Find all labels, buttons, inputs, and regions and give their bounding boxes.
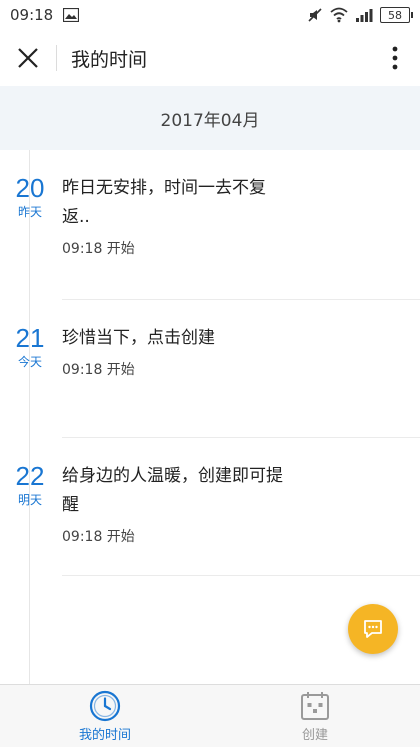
- entry-title: 昨日无安排，时间一去不复返..: [62, 178, 266, 227]
- timeline-entry[interactable]: 20 昨天 昨日无安排，时间一去不复返.. 09:18 开始: [0, 150, 420, 300]
- title-divider: [56, 45, 57, 71]
- entry-day: 22: [15, 461, 45, 491]
- status-icons: 58: [307, 7, 413, 23]
- entry-day: 20: [15, 173, 45, 203]
- entry-date: 22 明天: [0, 462, 60, 508]
- entry-body: 珍惜当下，点击创建 09:18 开始: [62, 324, 292, 379]
- more-button[interactable]: [370, 30, 420, 86]
- timeline-entry[interactable]: 22 明天 给身边的人温暖，创建即可提醒 09:18 开始: [0, 438, 420, 576]
- entry-start-time: 09:18 开始: [62, 362, 135, 378]
- entry-title: 珍惜当下，点击创建: [62, 328, 215, 348]
- nav-label-my-time: 我的时间: [78, 728, 131, 743]
- more-vertical-icon: [392, 46, 398, 70]
- entry-relative-day: 明天: [17, 493, 42, 507]
- bottom-nav: 我的时间 创建: [0, 684, 420, 747]
- entry-date: 20 昨天: [0, 174, 60, 220]
- message-fab-button[interactable]: [348, 604, 398, 654]
- title-bar: 我的时间: [0, 30, 420, 86]
- image-icon: [63, 8, 80, 22]
- status-time: 09:18: [10, 6, 54, 24]
- entry-title: 给身边的人温暖，创建即可提醒: [62, 466, 283, 515]
- entry-start-time: 09:18 开始: [62, 529, 135, 545]
- page-title: 我的时间: [71, 48, 148, 71]
- wifi-icon: [330, 7, 348, 23]
- timeline-list: 20 昨天 昨日无安排，时间一去不复返.. 09:18 开始 21 今天 珍惜当…: [0, 150, 420, 576]
- entry-relative-day: 今天: [17, 355, 42, 369]
- battery-icon: 58: [380, 7, 413, 23]
- entry-day: 21: [15, 323, 45, 353]
- entry-relative-day: 昨天: [17, 205, 42, 219]
- nav-item-my-time[interactable]: 我的时间: [0, 685, 210, 747]
- entry-divider: [62, 575, 420, 576]
- entry-body: 给身边的人温暖，创建即可提醒 09:18 开始: [62, 462, 292, 546]
- chat-bubble-icon: [364, 620, 382, 638]
- calendar-icon: [301, 692, 329, 720]
- clock-icon: [89, 690, 121, 722]
- nav-label-create: 创建: [301, 728, 328, 743]
- entry-body: 昨日无安排，时间一去不复返.. 09:18 开始: [62, 174, 292, 258]
- entry-start-time: 09:18 开始: [62, 241, 135, 257]
- entry-date: 21 今天: [0, 324, 60, 370]
- signal-icon: [356, 9, 373, 22]
- month-header: 2017年04月: [0, 86, 420, 150]
- close-button[interactable]: [0, 30, 56, 86]
- status-bar: 09:18 58: [0, 0, 420, 30]
- mute-icon: [308, 8, 322, 22]
- timeline-entry[interactable]: 21 今天 珍惜当下，点击创建 09:18 开始: [0, 300, 420, 438]
- close-icon: [18, 48, 38, 68]
- nav-item-create[interactable]: 创建: [210, 685, 420, 747]
